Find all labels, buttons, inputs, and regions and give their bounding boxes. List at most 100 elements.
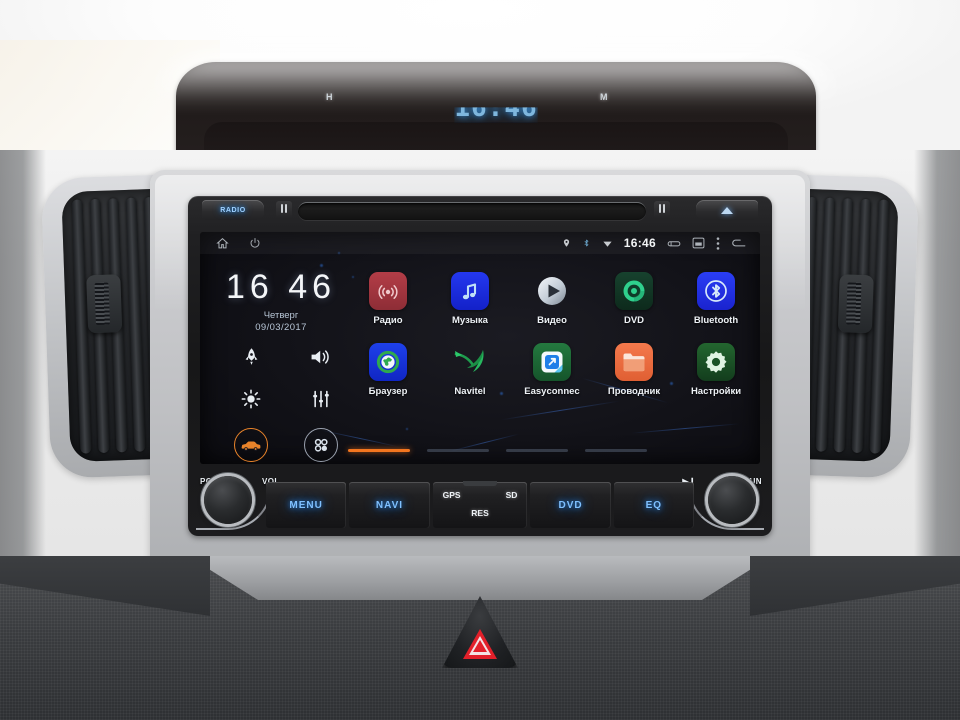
status-bar-left: [200, 237, 261, 250]
head-unit-control-bar: POW VOL ▶❙ TUN MENU NAVI GPS SD: [188, 466, 772, 536]
screenshot-icon[interactable]: [692, 237, 705, 249]
clock-widget[interactable]: 16 46 Четверг 09/03/2017: [222, 270, 340, 333]
page-dot-active[interactable]: [348, 449, 410, 452]
res-label: RES: [471, 508, 489, 518]
climate-minute-label: M: [600, 92, 608, 102]
app-browser[interactable]: Браузер: [352, 343, 424, 397]
pause-bars-right-icon: [659, 204, 665, 213]
touchscreen[interactable]: 16:46 16 46 Четверг 09/03/2017 Радио Муз…: [200, 232, 760, 464]
page-dot[interactable]: [506, 449, 568, 452]
browser-globe-icon: [369, 343, 407, 381]
bluetooth-icon: [697, 272, 735, 310]
app-label: Настройки: [690, 386, 742, 397]
eq-button[interactable]: EQ: [613, 482, 695, 528]
hardware-button-bar: MENU NAVI GPS SD RES DVD EQ: [266, 481, 695, 528]
quick-tools-panel: [234, 344, 338, 464]
head-unit-top-bar: RADIO: [188, 196, 772, 230]
car-dashboard-scene: 16:46 H M RADIO 16:46 16 46 Четверг 09/0…: [0, 0, 960, 720]
dvd-button[interactable]: DVD: [530, 482, 611, 528]
navi-button[interactable]: NAVI: [349, 482, 430, 528]
sd-label: SD: [505, 490, 518, 500]
console-shelf: [188, 556, 772, 600]
app-label: Видео: [537, 315, 567, 326]
app-file-manager[interactable]: Проводник: [598, 343, 670, 397]
app-row-2: Браузер Navitel Easyconnec Проводник Нас…: [352, 343, 752, 397]
power-volume-knob[interactable]: [204, 476, 252, 524]
bluetooth-icon: [582, 237, 591, 249]
pause-bars-left-icon: [281, 204, 287, 213]
hazard-triangle-icon: [463, 629, 497, 659]
location-pin-icon: [562, 237, 571, 249]
vent-slider-right[interactable]: [837, 274, 874, 334]
rocket-icon[interactable]: [234, 344, 268, 370]
vent-slider-left[interactable]: [86, 274, 123, 334]
cd-slot[interactable]: [298, 202, 646, 220]
status-bar: 16:46: [200, 232, 760, 254]
radio-button[interactable]: RADIO: [202, 200, 264, 220]
climate-hour-label: H: [326, 92, 333, 102]
app-label: DVD: [623, 315, 645, 326]
clock-widget-date: 09/03/2017: [255, 322, 307, 333]
gps-sd-labels: GPS SD: [433, 490, 528, 500]
eject-button[interactable]: [696, 200, 758, 220]
app-music[interactable]: Музыка: [434, 272, 506, 326]
brightness-icon[interactable]: [234, 386, 268, 412]
app-bluetooth[interactable]: Bluetooth: [680, 272, 752, 326]
dvd-button-label: DVD: [558, 499, 583, 511]
tune-next-knob[interactable]: [708, 476, 756, 524]
wifi-signal-icon: [602, 238, 613, 249]
folder-icon: [615, 343, 653, 381]
video-play-icon: [533, 272, 571, 310]
car-icon[interactable]: [234, 428, 268, 462]
volume-icon[interactable]: [304, 344, 338, 370]
app-label: Музыка: [452, 315, 488, 326]
status-bar-clock: 16:46: [623, 236, 656, 250]
menu-button-label: MENU: [289, 499, 323, 511]
home-icon[interactable]: [216, 237, 229, 250]
easyconnect-icon: [533, 343, 571, 381]
clock-widget-time: 16 46: [225, 268, 337, 306]
radio-button-label: RADIO: [220, 206, 246, 214]
app-settings[interactable]: Настройки: [680, 343, 752, 397]
app-easyconnect[interactable]: Easyconnec: [516, 343, 588, 397]
navitel-arrow-icon: [451, 343, 489, 381]
more-vertical-icon[interactable]: [716, 236, 720, 250]
app-label: Радио: [373, 315, 403, 326]
menu-button[interactable]: MENU: [266, 482, 347, 528]
quick-tools-row-3: [234, 428, 338, 462]
power-icon[interactable]: [249, 237, 261, 249]
page-indicator[interactable]: [348, 449, 647, 452]
dash-side-right: [914, 150, 960, 570]
page-dot[interactable]: [427, 449, 489, 452]
sd-card-slot[interactable]: [463, 481, 497, 486]
clock-widget-weekday: Четверг: [263, 310, 299, 321]
quick-tools-row-1: [234, 344, 338, 370]
gear-icon: [697, 343, 735, 381]
radio-icon: [369, 272, 407, 310]
app-row-1: Радио Музыка Видео DVD Bluetooth: [352, 272, 752, 326]
quick-tools-row-2: [234, 386, 338, 412]
gps-res-sd-button[interactable]: GPS SD RES: [432, 481, 528, 528]
hazard-triangle-core: [473, 640, 487, 652]
app-radio[interactable]: Радио: [352, 272, 424, 326]
usb-icon[interactable]: [667, 238, 681, 249]
app-navitel[interactable]: Navitel: [434, 343, 506, 397]
climate-clock-value: 16:46: [454, 93, 538, 123]
app-label: Easyconnec: [524, 386, 580, 397]
app-label: Bluetooth: [693, 315, 739, 326]
head-unit: RADIO 16:46 16 46 Четверг 09/03/2017 Рад…: [188, 196, 772, 536]
apps-grid-icon[interactable]: [304, 428, 338, 462]
app-label: Проводник: [607, 386, 661, 397]
gps-label: GPS: [442, 490, 461, 500]
back-arrow-icon[interactable]: [731, 237, 746, 249]
dvd-disc-icon: [615, 272, 653, 310]
equalizer-icon[interactable]: [304, 386, 338, 412]
climate-clock-display: 16:46: [240, 88, 752, 128]
app-dvd[interactable]: DVD: [598, 272, 670, 326]
music-note-icon: [451, 272, 489, 310]
page-dot[interactable]: [585, 449, 647, 452]
res-label-wrap: RES: [433, 503, 528, 521]
app-video[interactable]: Видео: [516, 272, 588, 326]
eject-icon: [721, 206, 733, 214]
app-label: Браузер: [368, 386, 408, 397]
